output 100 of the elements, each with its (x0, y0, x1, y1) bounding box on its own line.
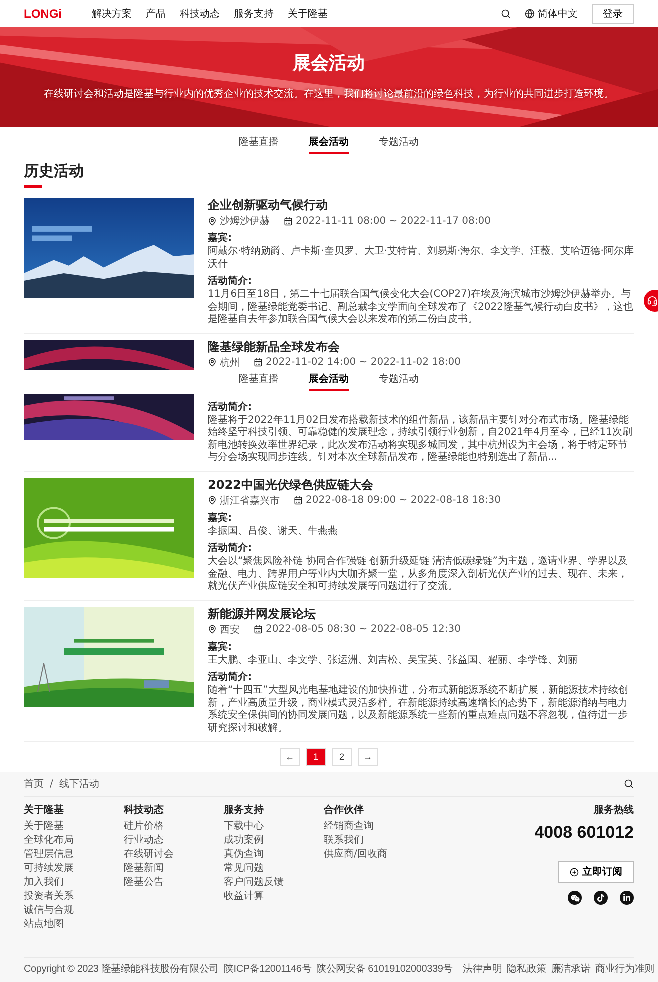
event-intro: 随着“十四五”大型风光电基地建设的加快推进，分布式新能源系统不断扩展，新能源技术持续创新，产业高质量升级，商业模式灵活多样。在新能源持续高速增长的态势下，新能源消纳与电力系统安全保供间的协同发展问题，以及新能源系统一些新的重点难点问题不容忽视，值待进一步研究探讨和破解。 (208, 685, 630, 735)
guests-label: 嘉宾: (208, 231, 233, 245)
intro-label: 活动简介: (208, 400, 253, 414)
event-location: 浙江省嘉兴市 (220, 494, 280, 508)
event-time: 2022-08-05 08:30 ~ 2022-08-05 12:30 (266, 624, 461, 635)
footer-link[interactable]: 硅片价格 (124, 819, 224, 833)
breadcrumb-link[interactable]: 首页 (24, 777, 44, 791)
hotline-number: 4008 601012 (534, 823, 634, 843)
event-intro: 隆基将于2022年11月02日发布搭载新技术的组件新品，该新品主要针对分布式市场。隆基绿能始终坚守科技引领、可靠稳健的发展理念，持续引领行业创新，自2021年4月至今，已经11次刷新电池转换效率世界纪录，此次发布活动将实现多城同发，其中杭州设为主会场，将于特定环节与分会场实现同步连线。针对本次全球新品发布，隆基绿能也特别选出了新品... (208, 414, 634, 464)
subscribe-button[interactable]: 立即订阅 (558, 861, 634, 883)
footer-link[interactable]: 隆基新闻 (124, 861, 224, 875)
footer-link[interactable]: 隆基公告 (124, 875, 224, 889)
footer-link[interactable]: 下载中心 (224, 819, 324, 833)
calendar-icon (254, 625, 263, 634)
footer-link[interactable]: 常见问题 (224, 861, 324, 875)
language-selector[interactable]: 简体中文 (525, 6, 578, 20)
tab[interactable]: 展会活动 (309, 135, 349, 154)
event-time: 2022-11-11 08:00 ~ 2022-11-17 08:00 (296, 216, 491, 226)
event-title[interactable]: 2022中国光伏绿色供应链大会 (208, 478, 634, 492)
footer-link[interactable]: 投资者关系 (24, 889, 124, 903)
headset-icon (646, 296, 658, 306)
location-icon (208, 358, 217, 367)
calendar-icon (284, 216, 293, 226)
location-icon (208, 216, 217, 226)
event-guests: 王大鹏、李亚山、李文学、张运洲、刘吉松、吴宝英、张益国、翟丽、李学锋、刘丽 (208, 654, 579, 667)
event-title[interactable]: 新能源并网发展论坛 (208, 606, 634, 622)
legal-link[interactable]: 法律声明 (463, 962, 502, 976)
location-icon (208, 625, 217, 634)
event-guests: 李振国、吕俊、谢天、牛燕燕 (208, 526, 339, 538)
next-page-button[interactable]: → (358, 748, 378, 766)
icp-link[interactable]: 陕ICP备12001146号 (224, 962, 312, 976)
event-location: 杭州 (220, 356, 240, 370)
footer-link[interactable]: 收益计算 (224, 889, 324, 903)
footer-link[interactable]: 管理层信息 (24, 847, 124, 861)
event-location: 西安 (220, 624, 240, 636)
footer-heading: 科技动态 (124, 804, 165, 817)
event-intro: 大会以“聚焦风险补链 协同合作强链 创新升级延链 清洁低碳绿链”为主题，邀请业界、学界以及金融、电力、跨界用户等业内大咖齐聚一堂，从多角度深入剖析光伏产业的过去、现在、未来，就光伏产业供应链安全和可持续发展等问题进行了交流。 (208, 556, 629, 594)
nav-link[interactable]: 解决方案 (92, 6, 132, 20)
globe-icon (525, 8, 535, 18)
footer-link[interactable]: 客户问题反馈 (224, 875, 324, 889)
footer-link[interactable]: 加入我们 (24, 875, 124, 889)
copyright-text: Copyright © 2023 隆基绿能科技股份有限公司 (24, 962, 219, 976)
nav-link[interactable]: 产品 (146, 6, 166, 20)
footer-link[interactable]: 联系我们 (324, 833, 424, 847)
footer-heading: 服务支持 (224, 804, 265, 817)
intro-label: 活动简介: (208, 670, 253, 684)
footer-link[interactable]: 可持续发展 (24, 861, 124, 875)
footer-link[interactable]: 关于隆基 (24, 819, 124, 833)
footer-link[interactable]: 真伪查询 (224, 847, 324, 861)
event-guests: 阿戴尔·特纳勋爵、卢卡斯·奎贝罗、大卫·艾特肯、刘易斯·海尔、李文学、汪薇、艾哈迈德·阿尔库沃什 (208, 246, 634, 271)
search-icon[interactable] (501, 8, 511, 18)
guests-label: 嘉宾: (208, 511, 233, 524)
footer-link[interactable]: 在线研讨会 (124, 847, 224, 861)
breadcrumb-link[interactable]: 线下活动 (59, 777, 100, 791)
tiktok-icon[interactable] (594, 891, 608, 905)
tab[interactable]: 专题活动 (379, 372, 419, 391)
footer-link[interactable]: 诚信与合规 (24, 903, 124, 917)
footer-link[interactable]: 全球化布局 (24, 833, 124, 847)
nav-link[interactable]: 关于隆基 (288, 6, 328, 20)
footer-link[interactable]: 成功案例 (224, 833, 324, 847)
location-icon (208, 496, 217, 505)
nav-link[interactable]: 服务支持 (234, 6, 274, 20)
section-title: 历史活动 (24, 162, 85, 181)
search-icon[interactable] (624, 779, 634, 789)
guests-label: 嘉宾: (208, 640, 233, 654)
login-button[interactable]: 登录 (592, 4, 634, 24)
page-button[interactable]: 1 (306, 748, 326, 766)
event-time: 2022-11-02 14:00 ~ 2022-11-02 18:00 (266, 357, 461, 368)
footer-link[interactable]: 站点地图 (24, 917, 124, 931)
tab[interactable]: 隆基直播 (239, 372, 279, 391)
breadcrumb-separator: / (50, 778, 54, 790)
tab[interactable]: 隆基直播 (239, 135, 279, 154)
hero-title: 展会活动 (293, 52, 365, 76)
calendar-icon (294, 496, 303, 505)
tab[interactable]: 展会活动 (309, 372, 349, 391)
page-button[interactable]: 2 (332, 748, 352, 766)
legal-link[interactable]: 廉洁承诺 (551, 962, 591, 976)
footer-link[interactable]: 经销商查询 (324, 819, 424, 833)
hotline-label: 服务热线 (594, 804, 634, 817)
nav-link[interactable]: 科技动态 (180, 6, 220, 20)
calendar-icon (254, 358, 263, 367)
plus-icon (570, 868, 578, 876)
footer-heading: 合作伙伴 (324, 804, 365, 817)
tab[interactable]: 专题活动 (379, 135, 419, 154)
event-title[interactable]: 企业创新驱动气候行动 (208, 198, 634, 213)
logo[interactable]: LONGi (24, 6, 62, 20)
title-underline (24, 185, 42, 188)
wechat-icon[interactable] (568, 891, 582, 905)
intro-label: 活动简介: (208, 274, 253, 288)
footer-link[interactable]: 供应商/回收商 (324, 847, 424, 861)
legal-link[interactable]: 隐私政策 (507, 962, 546, 976)
previous-page-button[interactable]: ← (280, 748, 300, 766)
hero-subtitle: 在线研讨会和活动是隆基与行业内的优秀企业的技术交流。在这里，我们将讨论最前沿的绿色科技，为行业的共同进步打造环境。 (44, 88, 614, 102)
linkedin-icon[interactable] (620, 891, 634, 905)
footer-link[interactable]: 行业动态 (124, 833, 224, 847)
footer-heading: 关于隆基 (24, 804, 65, 817)
police-record-link[interactable]: 陕公网安备 61019102000339号 (316, 962, 454, 976)
event-title[interactable]: 隆基绿能新品全球发布会 (208, 340, 634, 354)
event-time: 2022-08-18 09:00 ~ 2022-08-18 18:30 (306, 495, 501, 506)
legal-link[interactable]: 商业行为准则 (596, 962, 654, 976)
